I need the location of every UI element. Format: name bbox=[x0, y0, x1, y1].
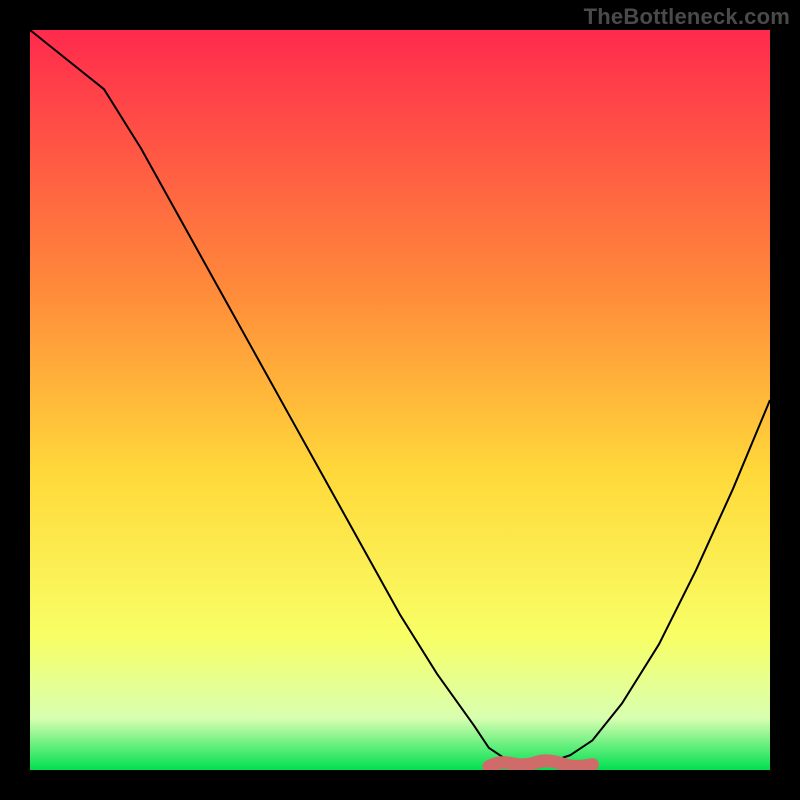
watermark-text: TheBottleneck.com bbox=[584, 4, 790, 30]
optimal-range-highlight bbox=[489, 761, 593, 767]
chart-background-gradient bbox=[30, 30, 770, 770]
bottleneck-chart bbox=[30, 30, 770, 770]
chart-frame: TheBottleneck.com bbox=[0, 0, 800, 800]
